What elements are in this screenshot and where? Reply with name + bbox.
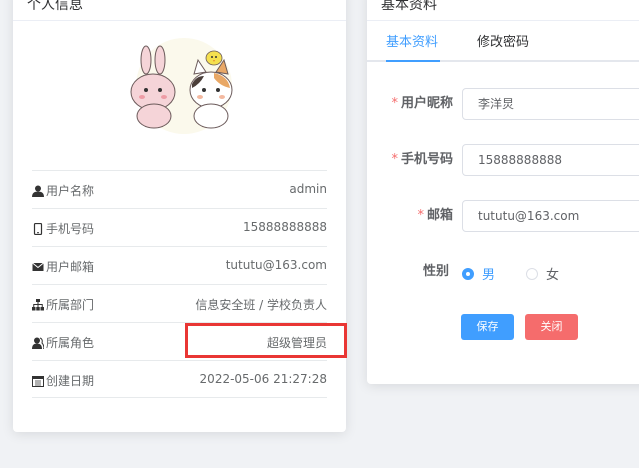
required-mark: *	[417, 208, 424, 223]
close-button[interactable]: 关闭	[525, 314, 578, 340]
profile-card: 个人信息 用户名称 admin 手机号码 15888888888 用户邮箱 tu…	[13, 0, 346, 432]
tab-active-indicator	[386, 60, 440, 62]
info-label: 创建日期	[46, 374, 95, 388]
date-icon	[32, 375, 44, 387]
phone-label: * 手机号码	[391, 152, 453, 167]
required-mark: *	[391, 152, 398, 167]
email-input[interactable]: tututu@163.com	[462, 200, 639, 232]
info-row-username: 用户名称 admin	[32, 170, 327, 208]
info-row-created: 创建日期 2022-05-06 21:27:28	[32, 360, 327, 398]
info-label: 所属角色	[46, 336, 95, 350]
tree-icon	[32, 298, 44, 310]
info-value: admin	[289, 182, 327, 196]
basic-info-card-header: 基本资料	[367, 0, 639, 21]
save-button[interactable]: 保存	[461, 314, 514, 340]
gender-radio-female[interactable]: 女	[526, 264, 559, 283]
gender-label: 性别	[422, 264, 449, 279]
info-row-email: 用户邮箱 tututu@163.com	[32, 246, 327, 284]
info-value: 信息安全班 / 学校负责人	[195, 298, 327, 312]
required-mark: *	[391, 96, 398, 111]
info-label: 所属部门	[46, 298, 95, 312]
info-value: tututu@163.com	[225, 258, 327, 272]
radio-checked-icon[interactable]	[462, 267, 474, 280]
info-label: 用户名称	[46, 184, 95, 198]
avatar[interactable]	[120, 30, 248, 134]
basic-info-card: 基本资料 基本资料 修改密码 * 用户昵称 李洋炅 * 手机号码 158888888…	[367, 0, 639, 384]
user-icon	[32, 185, 44, 197]
info-value: 2022-05-06 21:27:28	[199, 372, 327, 386]
info-value: 15888888888	[243, 220, 327, 234]
email-icon	[32, 262, 44, 271]
info-row-phone: 手机号码 15888888888	[32, 208, 327, 246]
info-label: 用户邮箱	[46, 260, 95, 274]
gender-radio-male[interactable]: 男	[462, 264, 495, 283]
highlight-box	[185, 323, 347, 358]
tab-change-password[interactable]: 修改密码	[477, 35, 529, 51]
peoples-icon	[32, 337, 44, 349]
nickname-input[interactable]: 李洋炅	[462, 88, 639, 120]
profile-card-title: 个人信息	[27, 0, 83, 13]
nickname-label: * 用户昵称	[391, 96, 453, 111]
basic-info-card-title: 基本资料	[381, 0, 437, 13]
phone-icon	[33, 222, 43, 235]
phone-input[interactable]: 15888888888	[462, 144, 639, 176]
radio-unchecked-icon[interactable]	[526, 267, 538, 280]
profile-card-header: 个人信息	[13, 0, 346, 21]
email-label: * 邮箱	[417, 208, 453, 223]
divider	[32, 397, 327, 398]
tab-basic-info[interactable]: 基本资料	[386, 35, 438, 51]
info-row-department: 所属部门 信息安全班 / 学校负责人	[32, 284, 327, 322]
info-label: 手机号码	[46, 222, 95, 236]
